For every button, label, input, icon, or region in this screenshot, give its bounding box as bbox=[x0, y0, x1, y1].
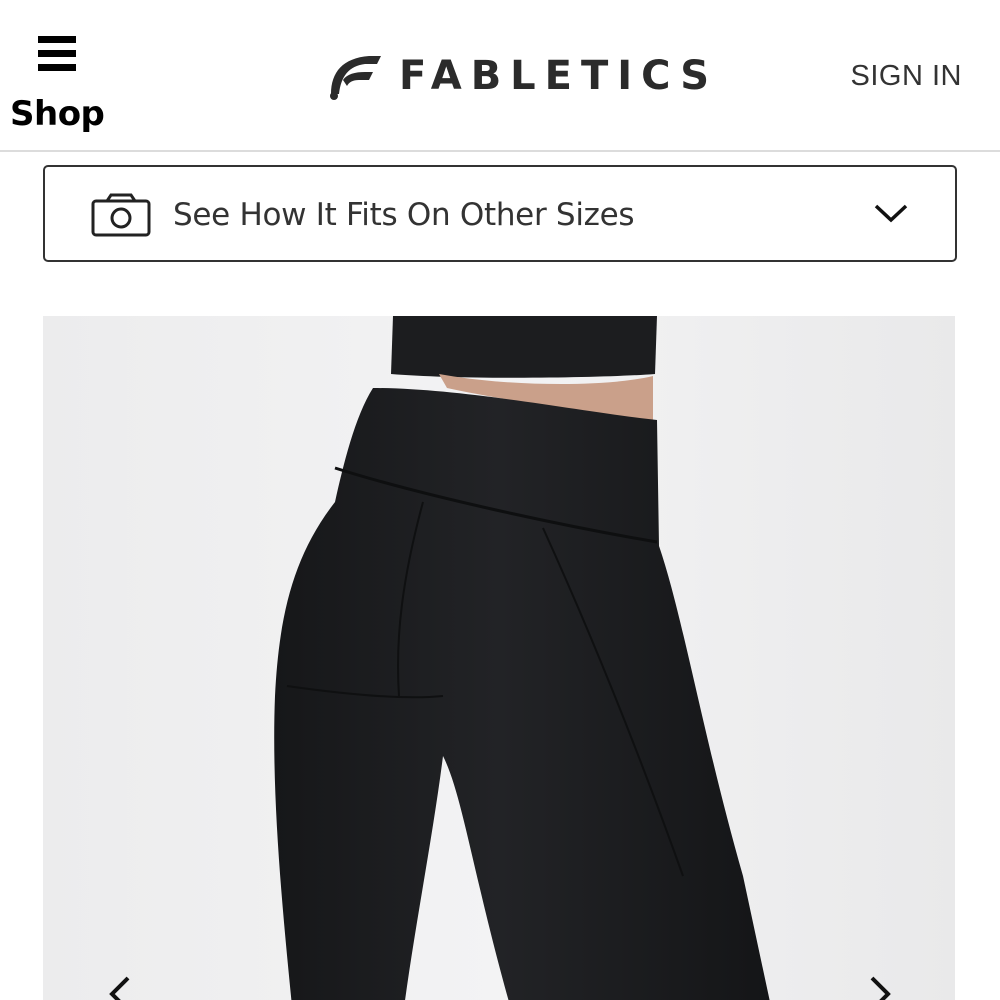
shop-menu-label: Shop bbox=[10, 94, 105, 134]
chevron-left-icon[interactable] bbox=[100, 972, 140, 1000]
hamburger-icon bbox=[38, 36, 76, 78]
sign-in-link[interactable]: SIGN IN bbox=[851, 60, 962, 93]
product-image[interactable] bbox=[43, 316, 955, 1000]
chevron-down-icon bbox=[874, 204, 908, 223]
product-photo bbox=[43, 316, 955, 1000]
fit-sizes-label: See How It Fits On Other Sizes bbox=[173, 197, 635, 233]
fabletics-logo-icon bbox=[330, 56, 381, 100]
shop-menu-button[interactable]: Shop bbox=[10, 36, 106, 136]
site-header: Shop FABLETICS SIGN IN bbox=[0, 0, 1000, 152]
camera-icon bbox=[91, 193, 151, 237]
chevron-right-icon[interactable] bbox=[860, 972, 900, 1000]
brand-logo[interactable]: FABLETICS bbox=[325, 48, 718, 104]
fit-sizes-dropdown[interactable]: See How It Fits On Other Sizes bbox=[43, 165, 957, 262]
brand-name: FABLETICS bbox=[399, 53, 719, 99]
